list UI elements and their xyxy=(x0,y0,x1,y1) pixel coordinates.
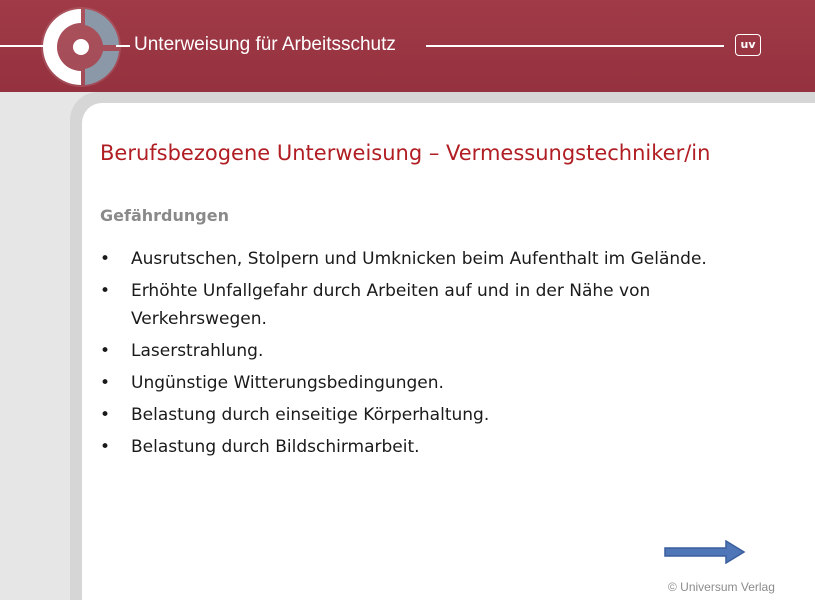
section-heading: Gefährdungen xyxy=(100,206,229,225)
copyright-notice: © Universum Verlag xyxy=(668,580,775,594)
header-title: Unterweisung für Arbeitsschutz xyxy=(134,34,396,55)
bullet-icon: • xyxy=(100,249,111,269)
header-divider-right xyxy=(426,45,724,47)
bullet-icon: • xyxy=(100,341,111,361)
list-item: • Laserstrahlung. xyxy=(100,337,790,365)
bullet-icon: • xyxy=(100,281,111,301)
slide-title: Berufsbezogene Unterweisung – Vermessung… xyxy=(100,141,711,165)
list-item-text: Ungünstige Witterungsbedingungen. xyxy=(131,373,444,393)
list-item-text: Erhöhte Unfallgefahr durch Arbeiten auf … xyxy=(131,281,651,329)
bullet-icon: • xyxy=(100,437,111,457)
list-item-text: Belastung durch einseitige Körperhaltung… xyxy=(131,405,490,425)
logo-icon xyxy=(41,7,121,87)
list-item: • Erhöhte Unfallgefahr durch Arbeiten auf… xyxy=(100,277,790,333)
bullet-icon: • xyxy=(100,373,111,393)
list-item: • Ungünstige Witterungsbedingungen. xyxy=(100,369,790,397)
bullet-icon: • xyxy=(100,405,111,425)
list-item-text: Belastung durch Bildschirmarbeit. xyxy=(131,437,420,457)
list-item: • Belastung durch einseitige Körperhaltun… xyxy=(100,401,790,429)
list-item: • Ausrutschen, Stolpern und Umknicken bei… xyxy=(100,245,790,273)
list-item-text: Ausrutschen, Stolpern und Umknicken beim… xyxy=(131,249,707,269)
hazard-list: • Ausrutschen, Stolpern und Umknicken bei… xyxy=(100,245,790,465)
next-slide-arrow-icon[interactable] xyxy=(664,540,746,564)
header-bar: Unterweisung für Arbeitsschutz uv xyxy=(0,0,815,92)
list-item-text: Laserstrahlung. xyxy=(131,341,264,361)
list-item: • Belastung durch Bildschirmarbeit. xyxy=(100,433,790,461)
uv-logo-icon: uv xyxy=(735,34,761,56)
